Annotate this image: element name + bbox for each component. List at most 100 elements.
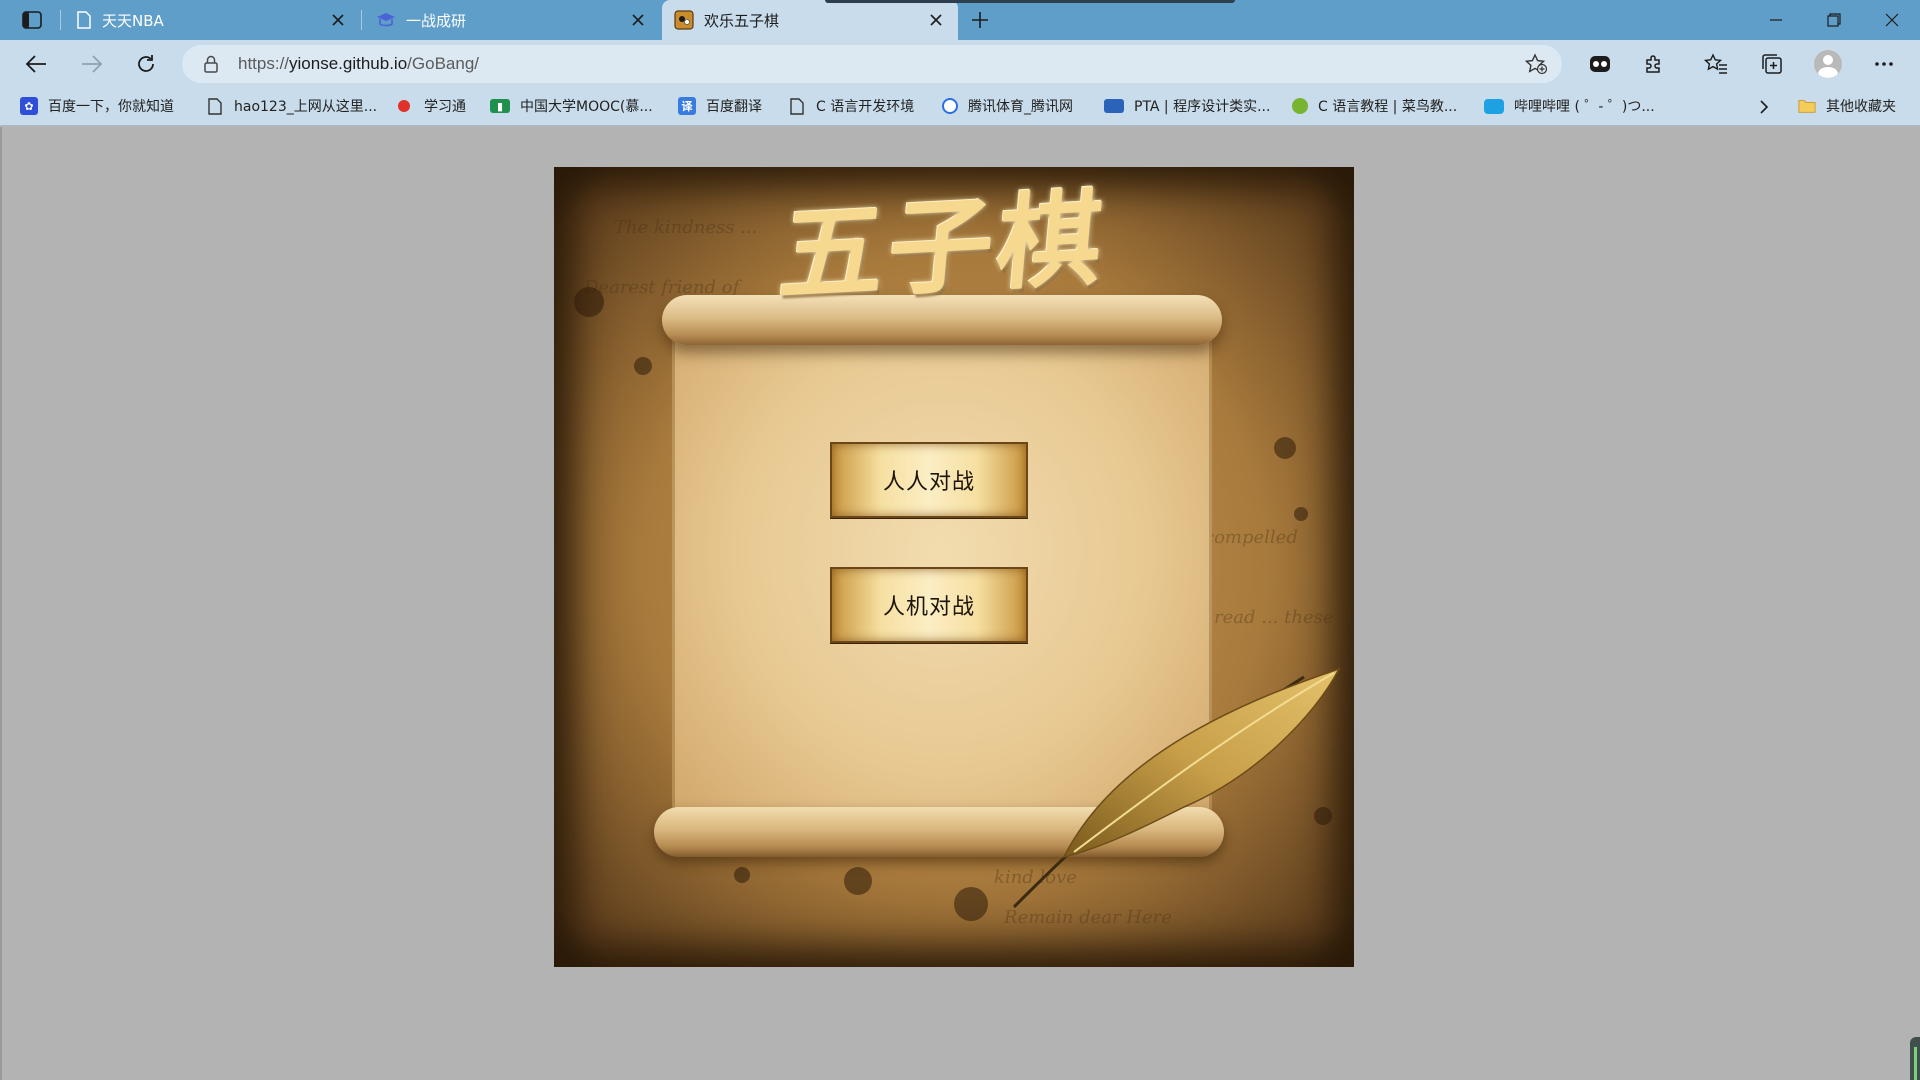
side-panel-handle[interactable] [1910,1037,1920,1080]
tab-actions-button[interactable] [12,6,52,34]
tab-nba[interactable]: 天天NBA [64,0,360,40]
runoob-icon [1292,98,1308,114]
forward-button[interactable] [72,46,112,82]
forward-arrow-icon [82,55,103,73]
settings-more-button[interactable] [1864,46,1904,82]
mooc-icon: ▮ [490,99,510,113]
plus-icon [972,12,988,28]
tab-separator [60,10,61,30]
title-drag-strip [825,0,1235,3]
tab-close-button[interactable] [328,10,348,30]
refresh-icon [138,55,154,72]
decorative-handwriting: The kindness ... [614,217,758,238]
extension-button[interactable] [1580,46,1620,82]
collections-icon [1762,54,1782,74]
decorative-handwriting: read ... these [1214,607,1334,628]
pvp-mode-button[interactable]: 人人对战 [830,442,1028,518]
bookmarks-overflow-button[interactable] [1752,96,1776,118]
collections-button[interactable] [1752,46,1792,82]
favorites-list-icon [1704,53,1727,74]
restore-button[interactable] [1806,0,1862,40]
tab-close-button[interactable] [628,10,648,30]
game-menu-panel: The kindness ... Dearest friend of compe… [554,167,1354,967]
new-tab-button[interactable] [962,6,998,34]
ink-splotch [574,287,604,317]
tab-kaoyan[interactable]: 一战成研 [364,0,660,40]
tab-separator [361,10,362,30]
bookmark-baidu-translate[interactable]: 译 百度翻译 [678,88,762,124]
tab-close-button[interactable] [926,10,946,30]
baidu-paw-icon: ✿ [20,97,38,115]
gobang-favicon-icon [674,10,694,30]
close-icon [632,14,644,26]
translate-icon: 译 [678,97,696,115]
bookmark-label: 中国大学MOOC(慕... [520,99,653,115]
bookmark-label: 百度一下，你就知道 [48,99,174,115]
close-icon [332,14,344,26]
bookmark-label: C 语言教程 | 菜鸟教... [1318,99,1458,115]
web-page-viewport: The kindness ... Dearest friend of compe… [0,127,1920,1080]
ink-splotch [844,867,872,895]
bookmark-xuexitong[interactable]: 学习通 [398,88,466,124]
tab-strip: 天天NBA 一战成研 欢乐五子棋 [0,0,1920,40]
bookmark-baidu[interactable]: ✿ 百度一下，你就知道 [20,88,174,124]
bookmark-label: 腾讯体育_腾讯网 [968,99,1073,115]
ink-splotch [1274,437,1296,459]
xuexitong-icon [398,100,410,112]
bookmark-c-env[interactable]: C 语言开发环境 [788,88,914,124]
url-host: yionse.github.io [289,54,408,73]
add-favorite-button[interactable] [1524,53,1548,75]
tencent-icon [942,98,958,114]
puzzle-icon [1646,55,1660,73]
extension-mask-icon [1590,56,1610,72]
bookmark-label: hao123_上网从这里... [234,99,378,115]
bilibili-icon [1484,98,1504,114]
profile-button[interactable] [1808,46,1848,82]
graduation-cap-icon [377,13,395,27]
close-window-button[interactable] [1864,0,1920,40]
extensions-button[interactable] [1634,46,1674,82]
tab-title: 天天NBA [102,11,164,30]
address-bar[interactable]: https://yionse.github.io/GoBang/ [182,45,1562,83]
close-icon [930,14,942,26]
url-text[interactable]: https://yionse.github.io/GoBang/ [238,54,479,74]
bookmark-hao123[interactable]: hao123_上网从这里... [206,88,377,124]
close-icon [1885,13,1899,27]
minimize-icon [1770,19,1782,21]
pta-icon [1104,99,1124,113]
favorites-button[interactable] [1696,46,1736,82]
avatar [1814,50,1842,78]
bookmark-mooc[interactable]: ▮ 中国大学MOOC(慕... [490,88,653,124]
back-button[interactable] [16,46,56,82]
url-scheme: https:// [238,54,290,73]
bookmark-pta[interactable]: PTA | 程序设计类实... [1104,88,1270,124]
bookmark-tencent-sports[interactable]: 腾讯体育_腾讯网 [942,88,1073,124]
ink-splotch [734,867,750,883]
ink-splotch [634,357,652,375]
minimize-button[interactable] [1748,0,1804,40]
restore-icon [1827,13,1841,27]
page-icon [788,97,806,115]
back-arrow-icon [25,55,46,73]
bookmark-label: 哔哩哔哩 ( ゜- ゜)つ... [1514,99,1655,115]
bookmarks-bar: ✿ 百度一下，你就知道 hao123_上网从这里... 学习通 ▮ 中国大学MO… [0,88,1920,126]
bookmark-runoob[interactable]: C 语言教程 | 菜鸟教... [1292,88,1457,124]
bookmark-label: 其他收藏夹 [1826,99,1896,115]
browser-toolbar: https://yionse.github.io/GoBang/ [0,40,1920,116]
ink-splotch [1294,507,1308,521]
tab-actions-icon [22,11,42,29]
bookmark-bilibili[interactable]: 哔哩哔哩 ( ゜- ゜)つ... [1484,88,1655,124]
refresh-button[interactable] [126,46,166,82]
bookmark-label: PTA | 程序设计类实... [1134,99,1271,115]
star-add-icon [1524,53,1548,75]
chevron-right-icon [1760,100,1769,114]
bookmark-label: C 语言开发环境 [816,99,915,115]
lock-icon[interactable] [200,53,222,75]
game-title: 五子棋 [774,176,1112,316]
tab-gobang[interactable]: 欢乐五子棋 [662,0,958,40]
pve-mode-button[interactable]: 人机对战 [830,567,1028,643]
more-dots-icon [1875,62,1893,66]
tab-title: 欢乐五子棋 [704,11,780,30]
ink-splotch [954,887,988,921]
bookmark-other-favorites[interactable]: 其他收藏夹 [1798,88,1896,124]
